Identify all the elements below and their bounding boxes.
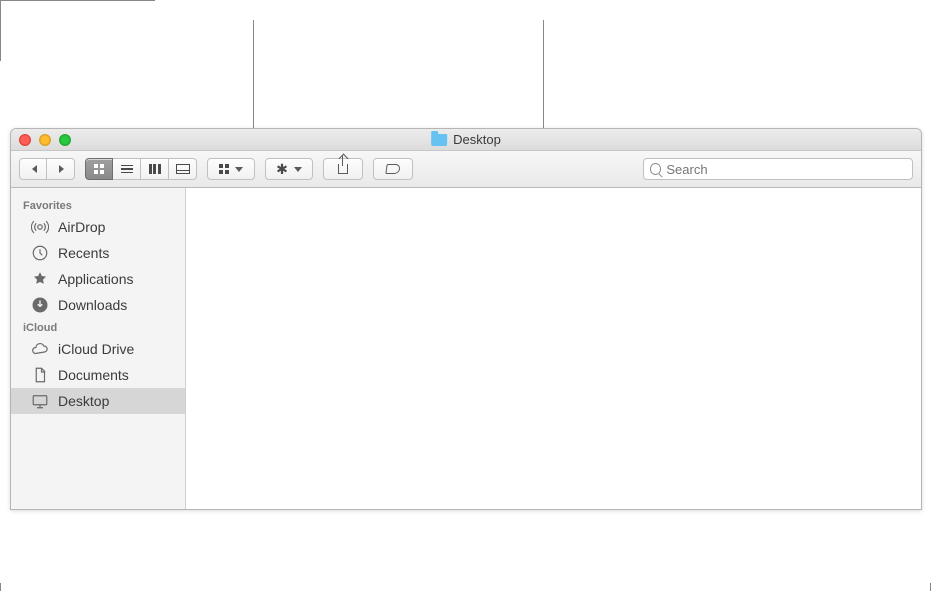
annotation-line [253, 20, 254, 135]
action-button[interactable] [265, 158, 313, 180]
chevron-right-icon [59, 165, 64, 173]
sidebar-item-applications[interactable]: Applications [11, 266, 185, 292]
chevron-left-icon [32, 165, 37, 173]
coverflow-view-button[interactable] [169, 158, 197, 180]
nav-group [19, 158, 75, 180]
folder-icon [431, 134, 447, 146]
sidebar-item-documents[interactable]: Documents [11, 362, 185, 388]
annotation-line [543, 20, 544, 135]
tags-button[interactable] [373, 158, 413, 180]
tag-icon [385, 164, 400, 174]
sidebar-section-header: iCloud [11, 318, 185, 336]
desktop-icon [31, 392, 49, 410]
view-mode-group [85, 158, 197, 180]
sidebar-item-label: Downloads [58, 297, 127, 313]
gear-icon [276, 162, 288, 177]
finder-window: Desktop Favorites AirDrop Recents Applicati… [10, 128, 922, 510]
share-button[interactable] [323, 158, 363, 180]
grid-icon [94, 164, 104, 174]
titlebar[interactable]: Desktop [11, 129, 921, 151]
sidebar-item-label: AirDrop [58, 219, 105, 235]
sidebar-item-recents[interactable]: Recents [11, 240, 185, 266]
documents-icon [31, 366, 49, 384]
share-icon [338, 164, 348, 174]
window-title-text: Desktop [453, 132, 501, 147]
toolbar [11, 151, 921, 188]
grid-icon [219, 164, 229, 174]
icon-view-button[interactable] [85, 158, 113, 180]
sidebar-item-desktop[interactable]: Desktop [11, 388, 185, 414]
arrange-button[interactable] [207, 158, 255, 180]
sidebar-item-icloud-drive[interactable]: iCloud Drive [11, 336, 185, 362]
list-view-button[interactable] [113, 158, 141, 180]
window-title: Desktop [431, 132, 501, 147]
sidebar-item-label: Recents [58, 245, 109, 261]
annotation-line [0, 0, 155, 1]
annotation-line [0, 1, 1, 61]
applications-icon [31, 270, 49, 288]
search-icon [650, 163, 661, 175]
chevron-down-icon [235, 167, 243, 172]
columns-icon [149, 164, 161, 174]
sidebar-item-airdrop[interactable]: AirDrop [11, 214, 185, 240]
file-grid [186, 188, 921, 509]
airdrop-icon [31, 218, 49, 236]
close-button[interactable] [19, 134, 31, 146]
sidebar-section-header: Favorites [11, 196, 185, 214]
sidebar-item-label: Documents [58, 367, 129, 383]
forward-button[interactable] [47, 158, 75, 180]
sidebar: Favorites AirDrop Recents Applications Downl… [11, 188, 186, 509]
search-field[interactable] [643, 158, 913, 180]
sidebar-item-label: Desktop [58, 393, 109, 409]
minimize-button[interactable] [39, 134, 51, 146]
icloud-icon [31, 340, 49, 358]
coverflow-icon [176, 164, 190, 174]
sidebar-item-label: Applications [58, 271, 134, 287]
sidebar-item-downloads[interactable]: Downloads [11, 292, 185, 318]
chevron-down-icon [294, 167, 302, 172]
recents-icon [31, 244, 49, 262]
traffic-lights [11, 134, 71, 146]
column-view-button[interactable] [141, 158, 169, 180]
list-icon [121, 165, 133, 174]
back-button[interactable] [19, 158, 47, 180]
maximize-button[interactable] [59, 134, 71, 146]
sidebar-item-label: iCloud Drive [58, 341, 134, 357]
downloads-icon [31, 296, 49, 314]
search-input[interactable] [666, 162, 906, 177]
